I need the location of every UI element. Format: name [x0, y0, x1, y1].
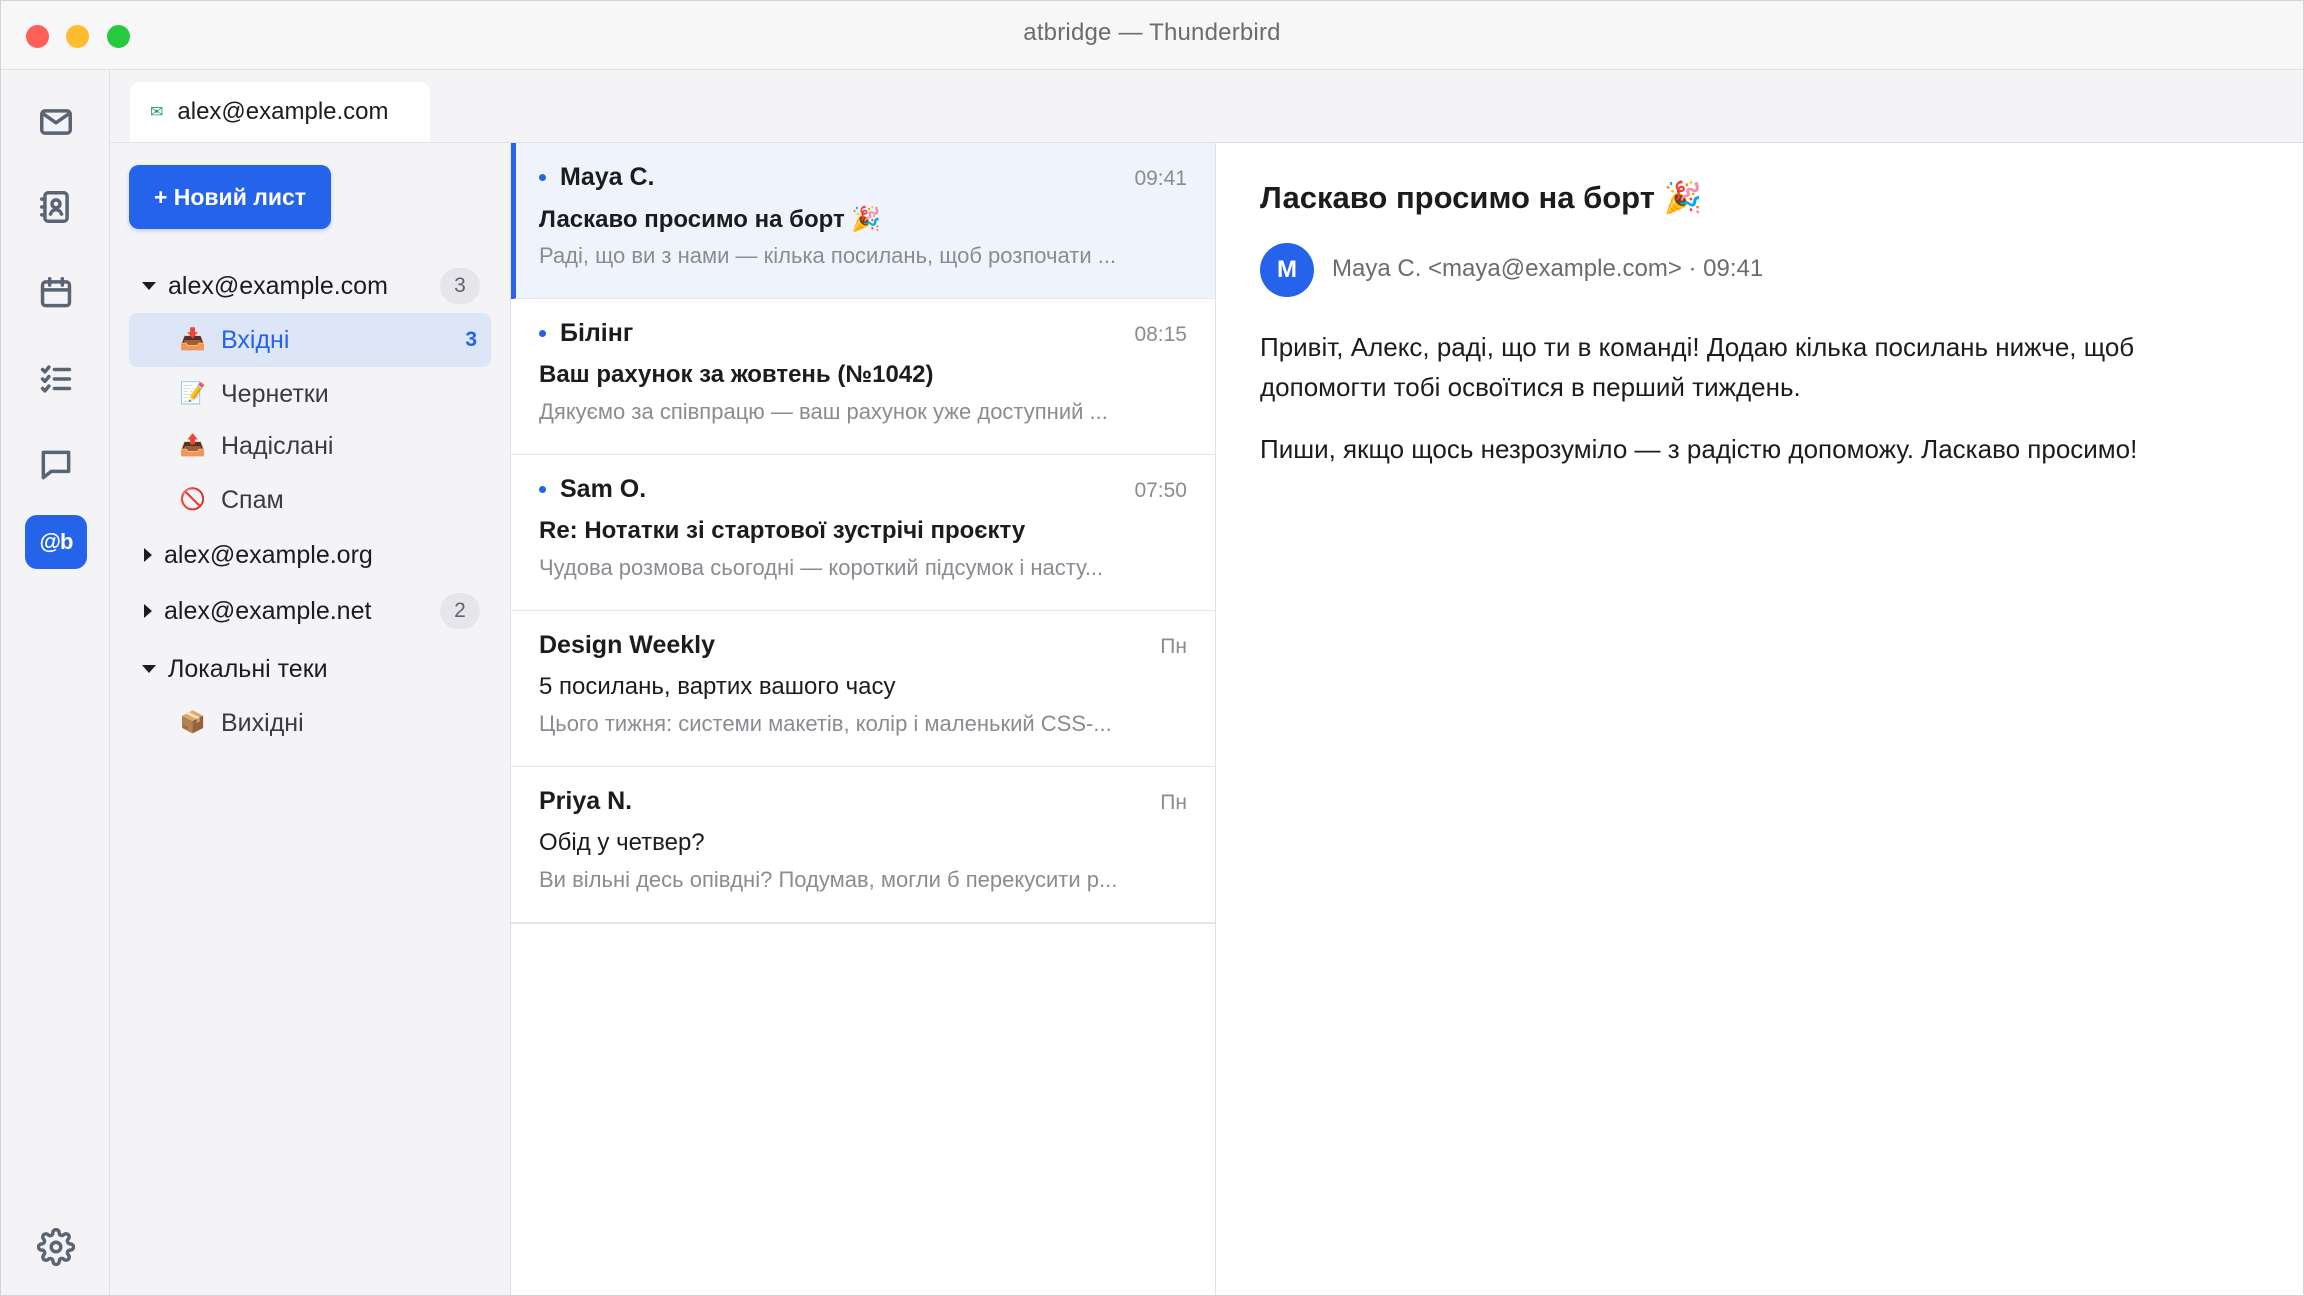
sent-icon: 📤: [179, 434, 207, 457]
folder-label: Вихідні: [221, 708, 304, 737]
tasks-icon: [40, 365, 72, 393]
unread-dot-icon: [539, 330, 546, 337]
folder-label: Вхідні: [221, 325, 290, 354]
sender-avatar: M: [1260, 243, 1314, 297]
message-sender: Priya N.: [539, 787, 633, 815]
folder-label: Чернетки: [221, 379, 329, 408]
message-subject: Ваш рахунок за жовтень (№1042): [539, 361, 934, 388]
caret-down-icon[interactable]: [142, 282, 156, 290]
address-book-icon: [40, 191, 69, 223]
outbox-icon: 📦: [179, 711, 207, 734]
settings-button[interactable]: [25, 1220, 87, 1274]
account-row[interactable]: alex@example.org: [110, 530, 510, 580]
body-paragraph: Пиши, якщо щось незрозуміло — з радістю …: [1260, 434, 2138, 464]
message-time: 07:50: [1134, 479, 1187, 502]
message-time: Пн: [1160, 635, 1187, 658]
account-row[interactable]: alex@example.net 2: [110, 586, 510, 636]
message-preview: Ви вільні десь опівдні? Подумав, могли б…: [539, 867, 1118, 892]
spam-icon: 🚫: [179, 488, 207, 511]
message-preview: Дякуємо за співпрацю — ваш рахунок уже д…: [539, 399, 1108, 424]
folder-label: Спам: [221, 485, 284, 514]
account-row[interactable]: Локальні теки: [110, 644, 510, 694]
folder-label: Надіслані: [221, 431, 334, 460]
inbox-icon: 📥: [179, 328, 207, 351]
message-body: Привіт, Алекс, раді, що ти в команді! До…: [1260, 327, 2260, 491]
calendar-icon: [40, 277, 72, 308]
atbridge-space-button[interactable]: @b: [25, 515, 87, 569]
message-row[interactable]: Priya N. Пн Обід у четвер? Ви вільні дес…: [511, 767, 1215, 924]
message-subject: Ласкаво просимо на борт 🎉: [539, 206, 882, 233]
calendar-space-button[interactable]: [25, 266, 87, 320]
tab-strip: ✉ alex@example.com: [110, 70, 2303, 143]
folder-sent[interactable]: 📤 Надіслані: [129, 419, 491, 473]
message-time: Пн: [1160, 791, 1187, 814]
message-subject: Re: Нотатки зі стартової зустрічі проєкт…: [539, 517, 1026, 544]
folder-inbox[interactable]: 📥 Вхідні 3: [129, 313, 491, 367]
chat-space-button[interactable]: [25, 438, 87, 492]
account-label: alex@example.com: [168, 271, 388, 300]
unread-dot-icon: [539, 486, 546, 493]
message-sender: Білінг: [560, 319, 634, 347]
app-window: atbridge — Thunderbird @b ✉ alex@example…: [0, 0, 2304, 1296]
settings-icon: [37, 1228, 75, 1266]
folder-unread-count: 3: [465, 328, 477, 351]
message-list: Maya C. 09:41 Ласкаво просимо на борт 🎉 …: [511, 143, 1216, 1295]
envelope-icon: ✉: [150, 104, 164, 121]
window-title: atbridge — Thunderbird: [1023, 19, 1281, 46]
message-sender: Maya C.: [560, 163, 655, 191]
message-subject: Обід у четвер?: [539, 829, 705, 856]
message-sender: Sam O.: [560, 475, 647, 503]
caret-right-icon[interactable]: [144, 604, 152, 618]
account-label: Локальні теки: [168, 654, 328, 683]
message-preview: Чудова розмова сьогодні — короткий підсу…: [539, 555, 1104, 580]
account-label: alex@example.net: [164, 596, 372, 625]
account-row[interactable]: alex@example.com 3: [110, 261, 510, 311]
message-row[interactable]: Design Weekly Пн 5 посилань, вартих вашо…: [511, 611, 1215, 768]
message-row[interactable]: Maya C. 09:41 Ласкаво просимо на борт 🎉 …: [511, 143, 1215, 300]
mail-icon: [40, 109, 72, 135]
message-meta[interactable]: Maya C. <maya@example.com> · 09:41: [1332, 255, 1763, 283]
tab-account[interactable]: ✉ alex@example.com: [130, 82, 430, 142]
drafts-icon: 📝: [179, 382, 207, 405]
folder-pane: + Новий лист alex@example.com 3 📥 Вхідні…: [110, 143, 511, 1295]
mail-space-button[interactable]: [25, 95, 87, 149]
address-book-space-button[interactable]: [25, 180, 87, 234]
folder-outbox[interactable]: 📦 Вихідні: [129, 696, 491, 750]
unread-dot-icon: [539, 174, 546, 181]
message-time: 08:15: [1134, 323, 1187, 346]
message-sender: Design Weekly: [539, 631, 716, 659]
folder-spam[interactable]: 🚫 Спам: [129, 473, 491, 527]
caret-down-icon[interactable]: [142, 665, 156, 673]
unread-badge: 3: [440, 268, 480, 304]
message-row[interactable]: Білінг 08:15 Ваш рахунок за жовтень (№10…: [511, 299, 1215, 456]
new-message-button[interactable]: + Новий лист: [129, 165, 331, 229]
account-label: alex@example.org: [164, 540, 373, 569]
tab-label: alex@example.com: [177, 98, 389, 125]
atbridge-icon: @b: [39, 529, 74, 554]
message-title: Ласкаво просимо на борт 🎉: [1260, 180, 1703, 215]
chat-icon: [41, 450, 71, 480]
spaces-toolbar: @b: [1, 70, 110, 1295]
message-subject: 5 посилань, вартих вашого часу: [539, 673, 896, 700]
title-bar: atbridge — Thunderbird: [1, 1, 2303, 70]
message-time: 09:41: [1134, 167, 1187, 190]
folder-drafts[interactable]: 📝 Чернетки: [129, 367, 491, 421]
unread-badge: 2: [440, 593, 480, 629]
caret-right-icon[interactable]: [144, 548, 152, 562]
tasks-space-button[interactable]: [25, 352, 87, 406]
body-paragraph: Привіт, Алекс, раді, що ти в команді! До…: [1260, 332, 2135, 402]
message-preview: Цього тижня: системи макетів, колір і ма…: [539, 711, 1112, 736]
reading-pane: Ласкаво просимо на борт 🎉 M Maya C. <may…: [1216, 143, 2303, 1295]
message-row[interactable]: Sam O. 07:50 Re: Нотатки зі стартової зу…: [511, 455, 1215, 612]
message-preview: Раді, що ви з нами — кілька посилань, що…: [539, 243, 1117, 268]
